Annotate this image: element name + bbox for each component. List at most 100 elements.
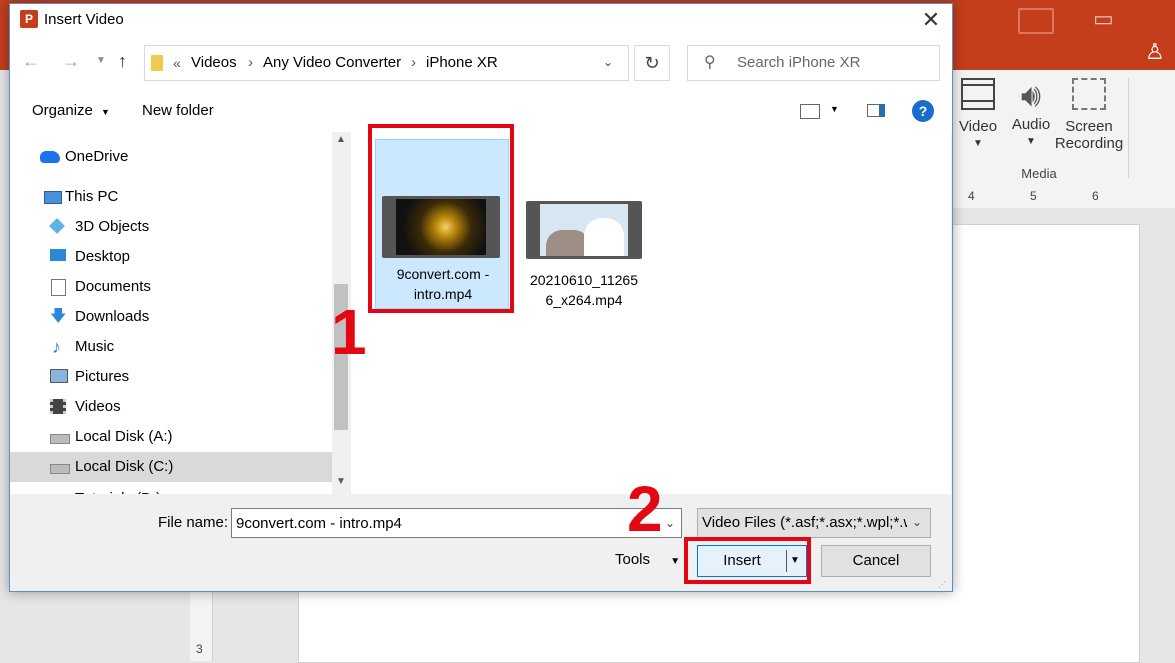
help-icon[interactable]: ?	[912, 100, 934, 122]
nav-item-label: Local Disk (C:)	[75, 458, 174, 475]
nav-item-documents[interactable]: Documents	[10, 272, 332, 302]
file-name-label: File name:	[158, 514, 229, 531]
chevron-down-icon[interactable]: ▼	[830, 104, 839, 114]
new-folder-button[interactable]: New folder	[142, 102, 214, 119]
refresh-icon[interactable]: ↻	[634, 45, 670, 81]
up-arrow-icon[interactable]: ↑	[118, 51, 127, 72]
nav-item-pictures[interactable]: Pictures	[10, 362, 332, 392]
download-arrow-icon: 🡇	[50, 308, 67, 325]
insert-audio-ribbon-button[interactable]: 🔊︎ Audio ▼	[1008, 78, 1054, 147]
ruler-mark: 3	[196, 642, 203, 656]
chevron-down-icon: ▼	[101, 107, 110, 117]
video-thumbnail	[526, 201, 642, 259]
ribbon-divider	[1128, 78, 1129, 178]
address-overflow-icon[interactable]: «	[173, 55, 181, 71]
breadcrumb-separator-icon[interactable]: ›	[248, 54, 253, 71]
chevron-down-icon: ▼	[670, 556, 681, 567]
cancel-button[interactable]: Cancel	[821, 545, 931, 577]
screen-recording-label-line1: Screen	[1065, 118, 1113, 135]
desktop-icon	[50, 249, 66, 261]
nav-item-label: Documents	[75, 278, 151, 295]
scroll-up-icon[interactable]: ▲	[336, 134, 346, 145]
drive-icon	[50, 434, 70, 444]
chevron-down-icon[interactable]: ⌄	[603, 55, 613, 69]
nav-item-label: This PC	[65, 188, 119, 205]
annotation-step-2: 2	[627, 473, 663, 545]
chevron-down-icon: ▼	[1026, 136, 1036, 147]
ruler-mark: 5	[1030, 189, 1037, 203]
nav-item-label: OneDrive	[65, 148, 129, 165]
annotation-step-1: 1	[331, 296, 367, 368]
chevron-down-icon: ▼	[973, 138, 983, 149]
cloud-icon	[40, 151, 60, 163]
annotation-highlight-insert	[684, 537, 811, 584]
nav-item-label: Desktop	[75, 248, 131, 265]
file-type-filter-value: Video Files (*.asf;*.asx;*.wpl;*.wr	[702, 514, 907, 531]
nav-item-desktop[interactable]: Desktop	[10, 242, 332, 272]
nav-item-videos[interactable]: Videos	[10, 392, 332, 422]
nav-item-local-disk-c[interactable]: Local Disk (C:)	[10, 452, 332, 482]
file-type-filter[interactable]: Video Files (*.asf;*.asx;*.wpl;*.wr ⌄	[697, 508, 931, 538]
chevron-down-icon[interactable]: ⌄	[665, 516, 675, 530]
nav-item-label: Videos	[75, 398, 121, 415]
account-icon[interactable]: ♙	[1145, 38, 1171, 66]
file-name-field[interactable]	[232, 509, 660, 537]
scroll-down-icon[interactable]: ▼	[336, 476, 346, 487]
insert-video-ribbon-button[interactable]: Video ▼	[956, 78, 1000, 149]
cartoon-shape	[584, 218, 624, 256]
cube-icon	[49, 218, 65, 234]
nav-item-music[interactable]: ♪ Music	[10, 332, 332, 362]
recent-locations-chevron-icon[interactable]: ▼	[96, 55, 106, 66]
address-bar[interactable]: « Videos › Any Video Converter › iPhone …	[144, 45, 629, 81]
chevron-down-icon: ⌄	[912, 515, 923, 529]
file-name-line2: 6_x264.mp4	[545, 292, 623, 308]
nav-item-tutorials-d[interactable]: Tutorials (D:)	[10, 484, 332, 494]
film-icon	[50, 399, 66, 414]
file-item[interactable]: 20210610_11265 6_x264.mp4	[521, 139, 642, 309]
breadcrumb-videos[interactable]: Videos	[191, 54, 237, 71]
breadcrumb-separator-icon[interactable]: ›	[411, 54, 416, 71]
search-icon: ⚲	[704, 54, 716, 71]
view-options-icon[interactable]	[800, 104, 820, 119]
nav-item-label: Local Disk (A:)	[75, 428, 173, 445]
screen-recording-label-line2: Recording	[1054, 135, 1124, 152]
nav-item-onedrive[interactable]: OneDrive	[10, 142, 332, 172]
powerpoint-ribbon-media-group: Video ▼ 🔊︎ Audio ▼ Screen Recording Medi…	[952, 70, 1175, 189]
speaker-icon: 🔊︎	[1020, 77, 1042, 113]
file-name-label: 20210610_11265 6_x264.mp4	[521, 270, 647, 310]
nav-item-label: Downloads	[75, 308, 150, 325]
screen-recording-ribbon-button[interactable]: Screen Recording	[1052, 78, 1126, 152]
nav-item-3d-objects[interactable]: 3D Objects	[10, 212, 332, 242]
horizontal-ruler: 4 5 6	[952, 188, 1175, 209]
windows-drive-icon	[50, 464, 70, 474]
search-input-placeholder[interactable]: Search iPhone XR	[737, 54, 860, 71]
search-box[interactable]: ⚲ Search iPhone XR	[687, 45, 940, 81]
restore-window-icon[interactable]: ▭	[1093, 8, 1123, 30]
pictures-icon	[50, 369, 68, 383]
nav-item-this-pc[interactable]: This PC	[10, 182, 332, 212]
powerpoint-app-icon: P	[20, 10, 38, 28]
nav-item-label: Tutorials (D:)	[75, 484, 161, 494]
close-icon[interactable]: ✕	[914, 6, 948, 34]
forward-arrow-icon[interactable]: →	[62, 51, 80, 72]
dialog-titlebar: P Insert Video ✕	[10, 4, 952, 37]
preview-pane-icon[interactable]	[867, 104, 885, 117]
ruler-mark: 4	[968, 189, 975, 203]
screen-recording-icon	[1072, 78, 1106, 110]
resize-grip-icon[interactable]: ⋰	[938, 580, 946, 589]
nav-item-downloads[interactable]: 🡇 Downloads	[10, 302, 332, 332]
tools-menu[interactable]: Tools ▼	[615, 551, 680, 568]
music-note-icon: ♪	[52, 337, 61, 357]
folder-icon	[151, 55, 163, 71]
video-ribbon-label: Video	[958, 118, 998, 135]
breadcrumb-any-video-converter[interactable]: Any Video Converter	[263, 54, 401, 71]
documents-icon	[51, 279, 66, 296]
computer-icon	[44, 191, 62, 204]
back-arrow-icon[interactable]: ←	[22, 51, 40, 72]
file-name-combobox[interactable]: ⌄	[231, 508, 682, 538]
ribbon-display-options-icon[interactable]	[1018, 8, 1054, 34]
dialog-title: Insert Video	[44, 11, 124, 28]
nav-item-local-disk-a[interactable]: Local Disk (A:)	[10, 422, 332, 452]
breadcrumb-iphone-xr[interactable]: iPhone XR	[426, 54, 498, 71]
organize-button[interactable]: Organize ▼	[32, 102, 110, 119]
